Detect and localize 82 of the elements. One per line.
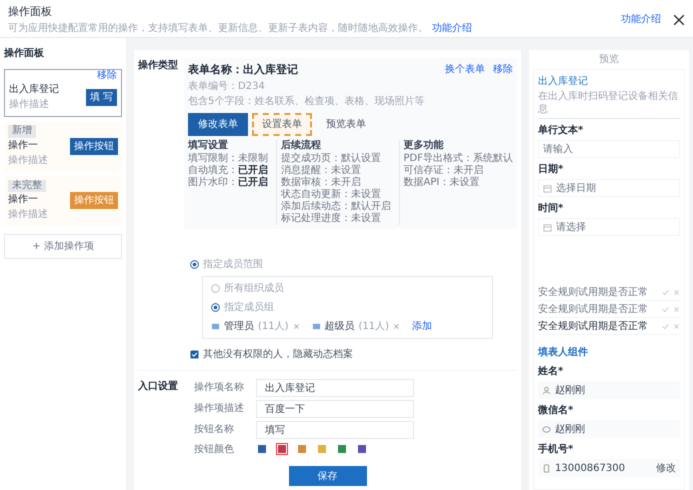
help-link[interactable]: 功能介绍 bbox=[621, 12, 661, 27]
option-row[interactable]: 安全规则试用期是否正常 bbox=[538, 301, 680, 318]
field-label: 操作项描述 bbox=[194, 402, 245, 416]
operation-description: 操作描述 bbox=[8, 208, 48, 222]
input-field[interactable]: 请输入 bbox=[538, 140, 680, 158]
form-button[interactable]: 预览表单 bbox=[316, 112, 376, 136]
option-row[interactable]: 安全规则试用期是否正常 bbox=[538, 284, 680, 301]
radio-label: 指定成员组 bbox=[224, 300, 274, 314]
field-label: 微信名* bbox=[538, 404, 574, 418]
setting-item: 消息提醒：未设置 bbox=[280, 164, 362, 176]
preview-description: 在出入库时扫码登记设备相关信息 bbox=[538, 91, 680, 119]
status-tag: 未完整 bbox=[8, 180, 46, 192]
section-label: 入口设置 bbox=[138, 380, 179, 394]
text-input[interactable]: 百度一下 bbox=[256, 400, 414, 418]
field-label: 日期* bbox=[538, 162, 564, 177]
operation-card[interactable]: 未完整 操作一 操作描述 操作按钮 bbox=[4, 176, 122, 226]
member-group-name: 超级员 bbox=[324, 320, 355, 334]
form-link[interactable]: 移除 bbox=[493, 62, 513, 78]
operation-card[interactable]: 移除 出入库登记 操作描述 填 写 bbox=[4, 69, 122, 117]
add-operation-button[interactable]: + 添加操作项 bbox=[4, 234, 122, 259]
text-input[interactable]: 出入库登记 bbox=[256, 378, 414, 396]
intro-link[interactable]: 功能介绍 bbox=[432, 20, 472, 36]
panel-title: 操作面板 bbox=[8, 4, 53, 20]
option-row[interactable]: 安全规则试用期是否正常 bbox=[538, 318, 680, 335]
setting-item: 添加后续动态：默认开启 bbox=[280, 200, 391, 212]
checkbox-label: 其他没有权限的人，隐藏动态档案 bbox=[203, 348, 353, 362]
column-title: 后续流程 bbox=[280, 140, 322, 152]
operation-description: 操作描述 bbox=[8, 154, 48, 168]
member-count: (11人) bbox=[358, 320, 390, 334]
operation-name: 出入库登记 bbox=[9, 82, 59, 97]
add-link[interactable]: 添加 bbox=[412, 318, 432, 334]
operation-button[interactable]: 填 写 bbox=[86, 88, 117, 106]
form-button[interactable]: 修改表单 bbox=[188, 112, 248, 136]
form-link[interactable]: 换个表单 bbox=[445, 62, 485, 78]
field-label: 按钮名称 bbox=[194, 422, 235, 437]
input-field[interactable]: 选择日期 bbox=[538, 179, 680, 197]
field-label: 操作项名称 bbox=[194, 381, 245, 395]
radio-label: 所有组织成员 bbox=[224, 282, 284, 296]
preview-label: 预览 bbox=[598, 53, 620, 67]
radio-label: 指定成员范围 bbox=[203, 258, 263, 272]
form-button[interactable]: 设置表单 bbox=[252, 112, 312, 136]
operation-name: 操作一 bbox=[8, 193, 39, 207]
operation-card[interactable]: 新增 操作一 操作描述 操作按钮 bbox=[4, 121, 122, 172]
operation-description: 操作描述 bbox=[9, 98, 50, 112]
member-count: (11人) bbox=[258, 320, 289, 334]
edit-link[interactable]: 修改 bbox=[656, 460, 676, 476]
setting-item: 填写限制：未限制 bbox=[188, 152, 268, 164]
setting-item: 图片水印：已开启 bbox=[188, 176, 268, 188]
operation-button[interactable]: 操作按钮 bbox=[70, 138, 118, 155]
field-label: 单行文本* bbox=[538, 124, 584, 138]
field-label: 手机号* bbox=[538, 442, 574, 457]
setting-item: 提交成功页：默认设置 bbox=[280, 152, 382, 164]
section-label: 操作类型 bbox=[138, 58, 179, 73]
field-label: 按钮颜色 bbox=[194, 442, 235, 456]
operation-name: 操作一 bbox=[8, 138, 39, 152]
remove-link[interactable]: 移除 bbox=[97, 70, 117, 82]
setting-item: 可信存证：未开启 bbox=[404, 164, 484, 176]
section-title: 填表人组件 bbox=[538, 346, 589, 360]
setting-item: 数据审核：未开启 bbox=[280, 176, 362, 188]
setting-item: PDF导出格式：系统默认 bbox=[404, 152, 513, 164]
setting-item: 标记处理进度：未设置 bbox=[280, 212, 382, 224]
form-code: 表单编号：D234 bbox=[188, 80, 266, 94]
input-field[interactable]: 请选择 bbox=[538, 218, 680, 236]
column-title: 更多功能 bbox=[404, 140, 444, 152]
input-field[interactable]: 赵刚刚 bbox=[538, 420, 680, 438]
status-tag: 新增 bbox=[8, 125, 36, 138]
panel-description: 可为应用快捷配置常用的操作，支持填写表单、更新信息、更新子表内容，随时随地高效操作。 bbox=[8, 22, 428, 36]
setting-item: 数据API：未设置 bbox=[404, 176, 480, 188]
form-title: 表单名称：出入库登记 bbox=[188, 62, 298, 78]
column-title: 填写设置 bbox=[188, 140, 229, 152]
member-group-name: 管理员 bbox=[224, 320, 254, 334]
input-field[interactable]: 13000867300 修改 bbox=[538, 459, 680, 477]
field-label: 姓名* bbox=[538, 364, 564, 379]
form-fields-summary: 包含5个字段：姓名联系、检查项、表格、现场照片等 bbox=[188, 94, 426, 108]
text-input[interactable]: 填写 bbox=[256, 420, 414, 438]
setting-item: 自动填充：已开启 bbox=[188, 164, 268, 176]
preview-title: 出入库登记 bbox=[538, 74, 589, 89]
input-field[interactable]: 赵刚刚 bbox=[538, 381, 680, 399]
field-label: 时间* bbox=[538, 202, 564, 216]
setting-item: 状态自动更新：未设置 bbox=[280, 188, 382, 200]
save-button[interactable]: 保存 bbox=[288, 466, 366, 486]
sidebar-title: 操作面板 bbox=[4, 46, 45, 61]
